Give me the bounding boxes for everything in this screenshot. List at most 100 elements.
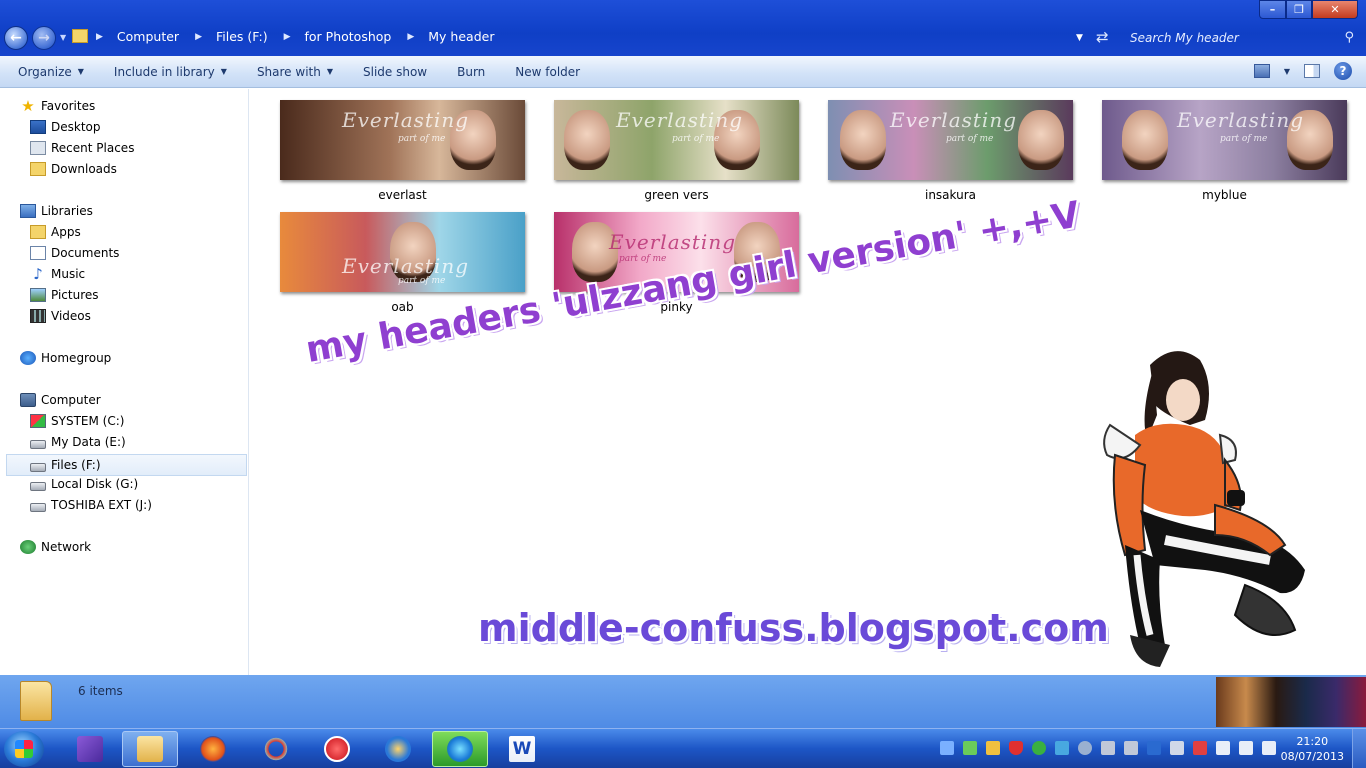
nav-videos[interactable]: Videos [30, 309, 91, 323]
network-tray-icon[interactable] [963, 741, 977, 755]
bluetooth-icon[interactable] [1147, 741, 1161, 755]
monitor-tray-icon[interactable] [1170, 741, 1184, 755]
usb-icon[interactable] [940, 741, 954, 755]
nav-favorites[interactable]: ★ Favorites [20, 99, 95, 114]
file-thumbnail[interactable]: Everlasting part of me [828, 100, 1073, 180]
organize-button[interactable]: Organize ▼ [18, 65, 84, 79]
file-name[interactable]: insakura [828, 188, 1073, 202]
maximize-button[interactable]: ❐ [1286, 0, 1312, 19]
volume-icon[interactable] [1216, 741, 1230, 755]
chevron-right-icon[interactable]: ▶ [195, 32, 202, 42]
include-in-library-button[interactable]: Include in library ▼ [114, 65, 227, 79]
device-tray-icon[interactable] [1101, 741, 1115, 755]
chevron-right-icon[interactable]: ▶ [407, 32, 414, 42]
nav-drive-j-label: TOSHIBA EXT (J:) [51, 498, 152, 512]
burn-button[interactable]: Burn [457, 65, 485, 79]
shield-icon[interactable] [1009, 741, 1023, 755]
nav-computer[interactable]: Computer [20, 393, 101, 407]
nav-drive-e[interactable]: My Data (E:) [30, 435, 126, 449]
file-name[interactable]: everlast [280, 188, 525, 202]
file-name[interactable]: green vers [554, 188, 799, 202]
nav-libraries-label: Libraries [41, 204, 93, 218]
nav-network[interactable]: Network [20, 540, 91, 554]
breadcrumb-files-f[interactable]: Files (F:) [216, 29, 268, 44]
nav-desktop[interactable]: Desktop [30, 120, 101, 134]
close-button[interactable]: ✕ [1312, 0, 1358, 19]
recent-pages-dropdown[interactable]: ▼ [60, 33, 66, 42]
thumbnail-subtitle: part of me [672, 134, 720, 144]
action-center-flag-icon[interactable] [1193, 741, 1207, 755]
show-desktop-button[interactable] [1352, 729, 1366, 768]
globe-tray-icon[interactable] [1078, 741, 1092, 755]
file-name[interactable]: myblue [1102, 188, 1347, 202]
search-icon[interactable]: ⚲ [1344, 28, 1354, 48]
nav-drive-g[interactable]: Local Disk (G:) [30, 477, 138, 491]
file-thumbnail[interactable]: Everlasting part of me [280, 100, 525, 180]
k-tray-icon[interactable] [1032, 741, 1046, 755]
power-icon[interactable] [1239, 741, 1253, 755]
search-input[interactable]: Search My header ⚲ [1124, 28, 1362, 48]
nav-libraries[interactable]: Libraries [20, 204, 93, 218]
change-view-icon[interactable] [1253, 64, 1270, 78]
taskbar-firefox[interactable] [185, 731, 241, 767]
nav-documents[interactable]: Documents [30, 246, 119, 260]
taskbar-explorer[interactable] [122, 731, 178, 767]
blue-app-icon [385, 736, 411, 762]
chevron-right-icon[interactable]: ▶ [284, 32, 291, 42]
thumbnail-subtitle: part of me [398, 276, 446, 286]
hard-drive-icon [30, 462, 46, 472]
nav-downloads[interactable]: Downloads [30, 162, 117, 176]
nav-drive-f[interactable]: Files (F:) [6, 454, 247, 476]
breadcrumb-for-photoshop[interactable]: for Photoshop [305, 29, 392, 44]
minimize-button[interactable]: – [1259, 0, 1286, 19]
file-thumbnail[interactable]: Everlasting part of me [1102, 100, 1347, 180]
taskbar-app-blue[interactable] [370, 731, 426, 767]
thumbnail-subtitle: part of me [619, 254, 667, 264]
start-button[interactable] [4, 731, 44, 767]
new-folder-button[interactable]: New folder [515, 65, 580, 79]
window-controls: – ❐ ✕ [1259, 0, 1358, 19]
cloud-tray-icon[interactable] [1055, 741, 1069, 755]
folder-icon [20, 681, 52, 721]
pictures-icon [30, 288, 46, 302]
thumbnail-watermark: Everlasting [609, 230, 736, 254]
nav-homegroup[interactable]: Homegroup [20, 351, 111, 365]
help-icon[interactable]: ? [1334, 62, 1352, 80]
slide-show-button[interactable]: Slide show [363, 65, 427, 79]
breadcrumb-computer[interactable]: Computer [117, 29, 179, 44]
red-app-icon [324, 736, 350, 762]
chevron-right-icon[interactable]: ▶ [96, 32, 103, 42]
clock[interactable]: 21:20 08/07/2013 [1281, 734, 1344, 764]
refresh-icon[interactable]: ⇄ [1096, 28, 1109, 46]
nav-pictures-label: Pictures [51, 288, 99, 302]
preview-pane-icon[interactable] [1304, 64, 1320, 78]
sync-tray-icon[interactable] [1124, 741, 1138, 755]
nav-apps[interactable]: Apps [30, 225, 81, 239]
hard-drive-icon [30, 439, 46, 449]
stack-tray-icon[interactable] [986, 741, 1000, 755]
taskbar-app-globe[interactable] [432, 731, 488, 767]
nav-recent-places[interactable]: Recent Places [30, 141, 134, 155]
address-dropdown-icon[interactable]: ▼ [1076, 33, 1083, 43]
explorer-folder-icon [137, 736, 163, 762]
breadcrumb-my-header[interactable]: My header [428, 29, 494, 44]
nav-drive-j[interactable]: TOSHIBA EXT (J:) [30, 498, 152, 512]
nav-drive-e-label: My Data (E:) [51, 435, 126, 449]
thumbnail-watermark: Everlasting [342, 254, 469, 278]
forward-button[interactable]: → [32, 26, 56, 50]
nav-music[interactable]: ♪ Music [30, 267, 85, 282]
taskbar-app-ring[interactable] [248, 731, 304, 767]
taskbar-app-red[interactable] [309, 731, 365, 767]
taskbar-word[interactable]: W [494, 731, 550, 767]
nav-videos-label: Videos [51, 309, 91, 323]
nav-drive-c[interactable]: SYSTEM (C:) [30, 414, 124, 428]
back-button[interactable]: ← [4, 26, 28, 50]
file-thumbnail[interactable]: Everlasting part of me [280, 212, 525, 292]
file-thumbnail[interactable]: Everlasting part of me [554, 100, 799, 180]
message-tray-icon[interactable] [1262, 741, 1276, 755]
share-with-button[interactable]: Share with ▼ [257, 65, 333, 79]
taskbar-visual-studio[interactable] [62, 731, 118, 767]
chevron-down-icon[interactable]: ▼ [1284, 67, 1290, 76]
thumbnail-watermark: Everlasting [342, 108, 469, 132]
nav-pictures[interactable]: Pictures [30, 288, 99, 302]
